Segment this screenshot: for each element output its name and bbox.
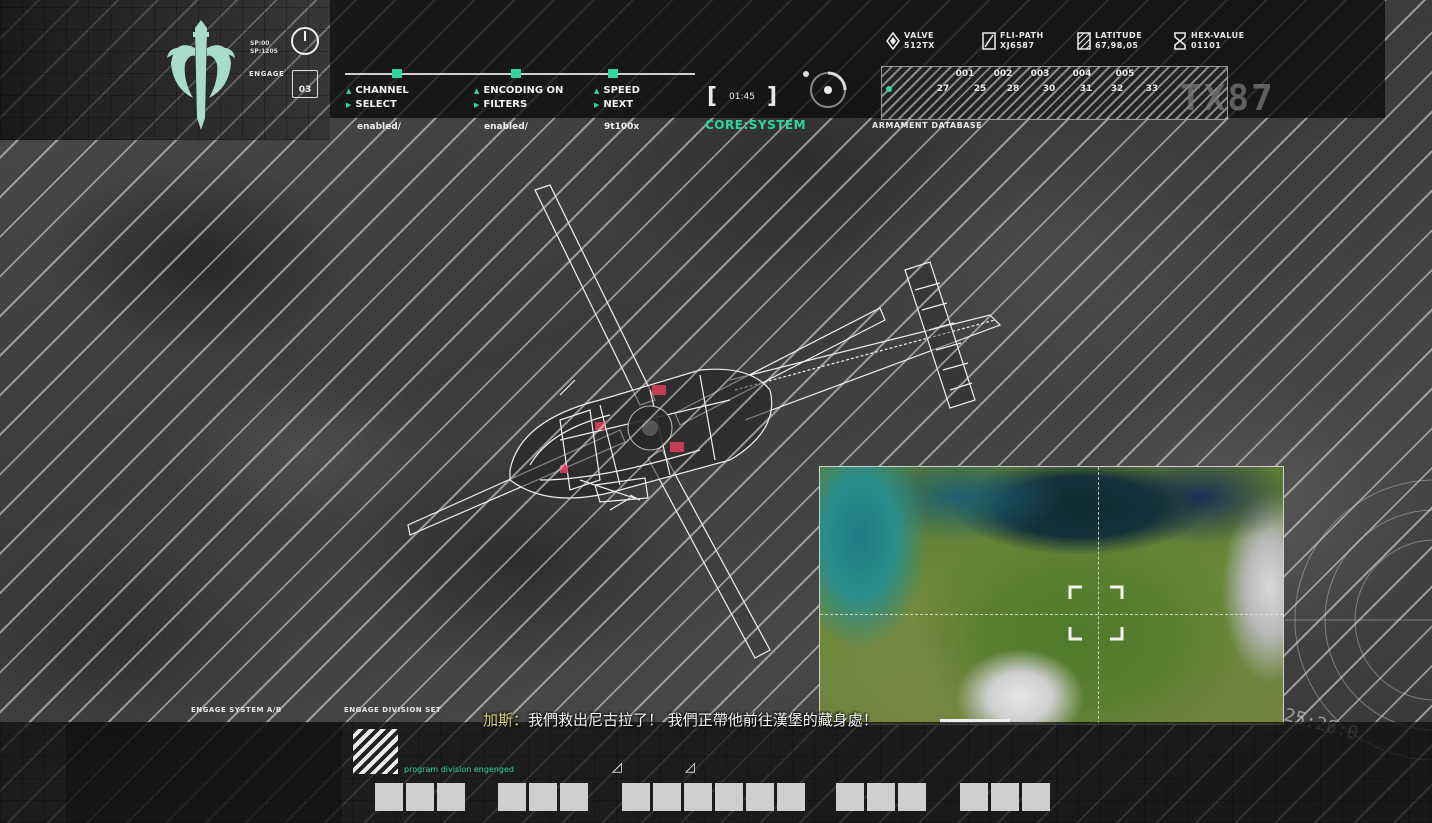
ability-slot[interactable] <box>777 783 805 811</box>
armament-indicator-dot <box>886 86 892 92</box>
bracket-left: [ <box>706 84 718 109</box>
control-line1: SPEED <box>603 85 640 96</box>
record-dial-icon <box>803 71 847 108</box>
ability-slot[interactable] <box>867 783 895 811</box>
ability-slot[interactable] <box>653 783 681 811</box>
triangle-icon: ▶ <box>346 101 352 109</box>
bracket-right: ] <box>766 84 778 109</box>
encoding-slider-knob[interactable] <box>511 69 521 78</box>
info-value: 67,98,05 <box>1095 41 1139 50</box>
speed-control[interactable]: ▲ SPEED ▶ NEXT <box>594 84 640 112</box>
info-title: FLI-PATH <box>1000 31 1044 40</box>
armament-database-label: ARMAMENT DATABASE <box>872 121 983 130</box>
armament-id: 001 <box>955 69 975 79</box>
ability-slot[interactable] <box>437 783 465 811</box>
ability-slot[interactable] <box>1022 783 1050 811</box>
bottom-left-panel <box>66 722 342 823</box>
stat-line: SP:00 <box>250 40 270 47</box>
engage-label: ENGAGE <box>249 70 285 78</box>
ability-slot[interactable] <box>715 783 743 811</box>
ability-slot[interactable] <box>991 783 1019 811</box>
triangle-icon: ▲ <box>594 87 600 95</box>
info-title: HEX-VALUE <box>1191 31 1245 40</box>
control-line2: SELECT <box>355 99 397 110</box>
timer-dial-icon <box>291 27 319 55</box>
armament-value: 27 <box>936 84 950 94</box>
ability-slot[interactable] <box>898 783 926 811</box>
core-system-label: CORE:SYSTEM <box>705 118 807 132</box>
ability-slot[interactable] <box>746 783 774 811</box>
speed-slider-knob[interactable] <box>608 69 618 78</box>
engage-system-label: ENGAGE SYSTEM A/B <box>191 706 282 714</box>
ability-slot[interactable] <box>498 783 526 811</box>
hatched-indicator-icon <box>353 729 398 774</box>
armament-id: 003 <box>1030 69 1050 79</box>
ability-slot[interactable] <box>406 783 434 811</box>
control-line2: NEXT <box>603 99 634 110</box>
encoding-control[interactable]: ▲ ENCODING ON ▶ FILTERS <box>474 84 563 112</box>
marker-triangle-icon: ◿ <box>685 760 695 775</box>
ability-slot[interactable] <box>622 783 650 811</box>
armament-value: 33 <box>1145 84 1159 94</box>
triangle-icon: ▲ <box>346 87 352 95</box>
armament-value: 31 <box>1079 84 1093 94</box>
armament-id: 005 <box>1115 69 1135 79</box>
info-value: XJ6587 <box>1000 41 1035 50</box>
ability-slot[interactable] <box>960 783 988 811</box>
subtitle-speaker: 加斯： <box>483 711 529 729</box>
triangle-icon: ▲ <box>474 87 480 95</box>
stat-line: SP:1205 <box>250 48 278 55</box>
program-division-status: program division engenged <box>404 765 514 774</box>
armament-value: 25 <box>973 84 987 94</box>
speed-status: 9t100x <box>604 122 640 132</box>
engage-division-label: ENGAGE DIVISION SET <box>344 706 442 714</box>
channel-status: enabled/ <box>357 122 401 132</box>
triangle-icon: ▶ <box>594 101 600 109</box>
marker-triangle-icon: ◿ <box>612 760 622 775</box>
info-title: LATITUDE <box>1095 31 1143 40</box>
hourglass-icon <box>1174 32 1186 50</box>
encoding-status: enabled/ <box>484 122 528 132</box>
satellite-minimap[interactable] <box>819 466 1284 725</box>
armament-value: 30 <box>1042 84 1056 94</box>
ability-slot[interactable] <box>529 783 557 811</box>
control-line1: CHANNEL <box>355 85 409 96</box>
armament-code: TX87 <box>1180 78 1275 119</box>
winged-dagger-emblem-icon <box>167 20 235 130</box>
dialogue-subtitle: 加斯：我們救出尼古拉了！ 我們正帶他前往漢堡的藏身處！ <box>483 709 878 730</box>
timer-value: 01:45 <box>729 92 755 102</box>
control-line2: FILTERS <box>483 99 528 110</box>
ability-slot[interactable] <box>375 783 403 811</box>
ability-slot[interactable] <box>684 783 712 811</box>
target-reticle-icon <box>1068 585 1124 641</box>
ability-slot[interactable] <box>836 783 864 811</box>
armament-value: 32 <box>1110 84 1124 94</box>
emblem-stats: SP:00 SP:1205 <box>250 40 278 56</box>
map-crosshair-horizontal <box>820 614 1283 615</box>
subtitle-text: 我們救出尼古拉了！ 我們正帶他前往漢堡的藏身處！ <box>528 711 878 729</box>
channel-slider-knob[interactable] <box>392 69 402 78</box>
diamond-icon <box>886 32 900 50</box>
armament-value: 28 <box>1006 84 1020 94</box>
ability-slot[interactable] <box>560 783 588 811</box>
info-title: VALVE <box>904 31 934 40</box>
armament-id: 002 <box>993 69 1013 79</box>
triangle-icon: ▶ <box>474 101 480 109</box>
armament-id: 004 <box>1072 69 1092 79</box>
control-line1: ENCODING ON <box>483 85 564 96</box>
mission-timer: [ 01:45 ] <box>706 86 778 108</box>
hatched-box-icon <box>1077 32 1091 50</box>
slash-box-icon <box>982 32 996 50</box>
info-value: 01101 <box>1191 41 1222 50</box>
channel-control[interactable]: ▲ CHANNEL ▶ SELECT <box>346 84 409 112</box>
info-value: 512TX <box>904 41 935 50</box>
engage-counter: 03 <box>292 70 318 98</box>
